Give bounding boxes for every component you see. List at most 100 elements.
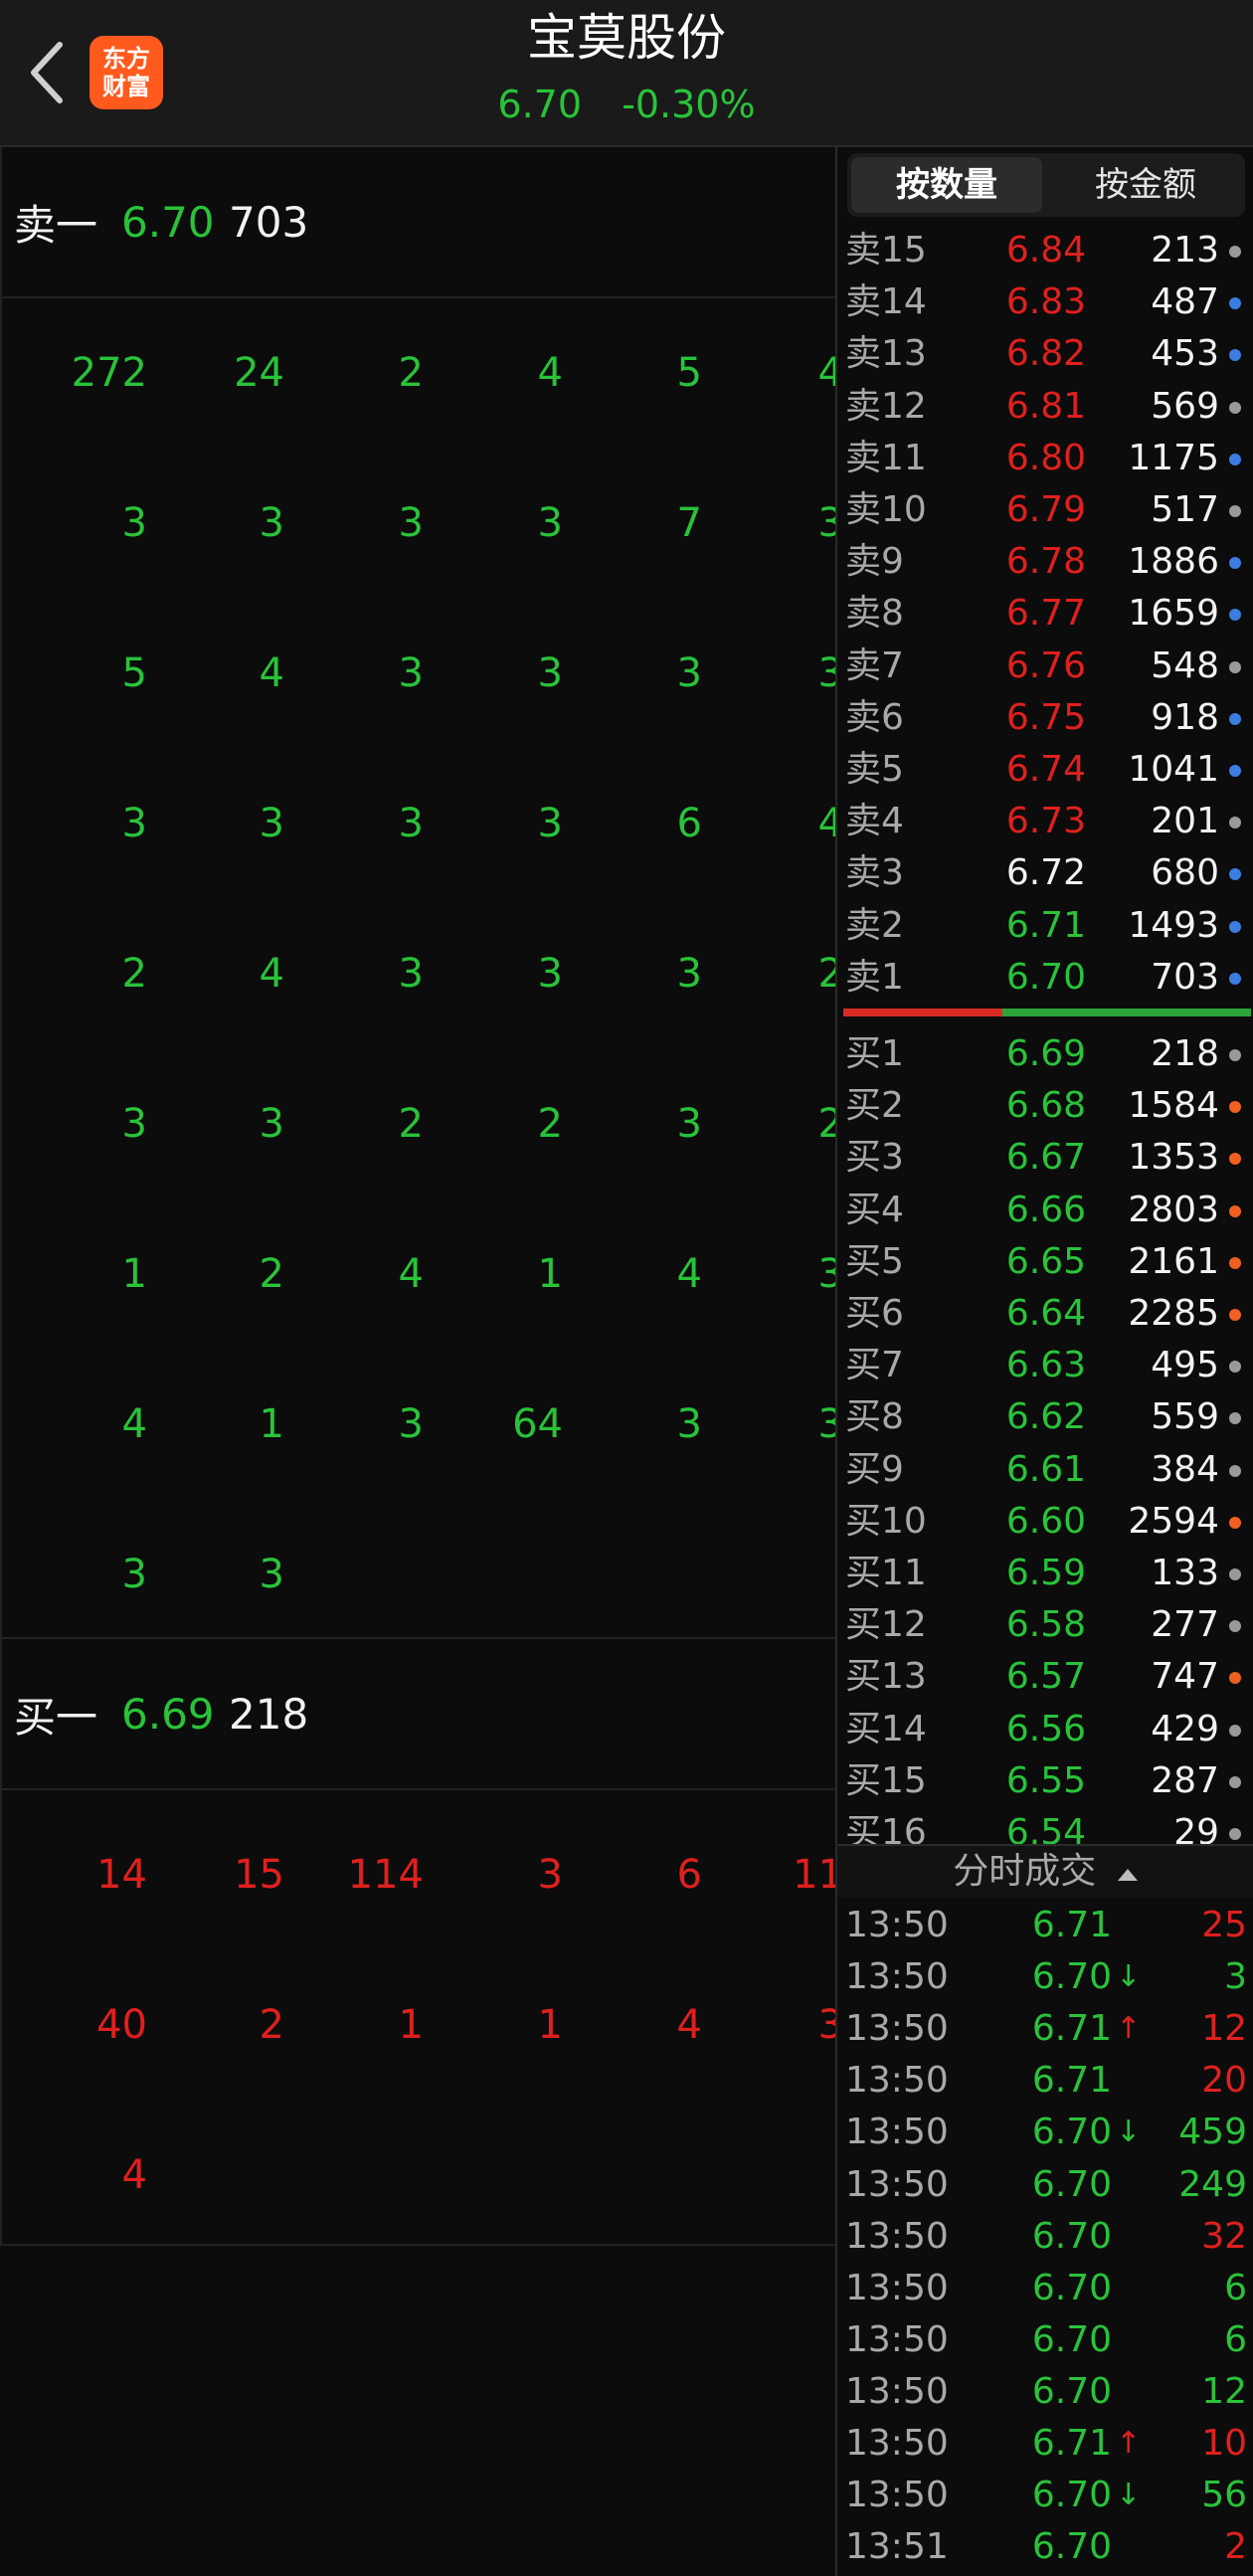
order-size: 4 (259, 951, 284, 997)
tick-row[interactable]: 13:50 6.71 25 (837, 1900, 1253, 1951)
tick-time: 13:50 (845, 1956, 949, 1998)
ask-row[interactable]: 卖14 6.83 487 (837, 276, 1253, 328)
current-price: 6.70 (497, 83, 583, 126)
order-size: 1 (537, 2002, 563, 2048)
bid-row[interactable]: 买8 6.62 559 (837, 1391, 1253, 1443)
bid-row[interactable]: 买9 6.61 384 (837, 1444, 1253, 1496)
bid-volume: 287 (1151, 1759, 1219, 1801)
ask-row[interactable]: 卖8 6.77 1659 (837, 588, 1253, 640)
tab-by-amount[interactable]: 按金额 (1046, 153, 1245, 217)
order-size: 40 (96, 2002, 147, 2048)
bid-row[interactable]: 买7 6.63 495 (837, 1340, 1253, 1391)
tick-volume: 56 (1201, 2475, 1247, 2516)
tick-row[interactable]: 13:51 6.70 2 (837, 2521, 1253, 2573)
tick-price: 6.70 (1031, 1956, 1112, 1998)
order-size: 3 (121, 500, 147, 546)
bid-row[interactable]: 买11 6.59 133 (837, 1548, 1253, 1599)
ask-volume: 1175 (1128, 437, 1219, 478)
tick-time: 13:50 (845, 2112, 949, 2153)
tick-row[interactable]: 13:50 6.70 32 (837, 2211, 1253, 2263)
tick-row[interactable]: 13:50 6.70 ↓ 3 (837, 1951, 1253, 2003)
bid-row[interactable]: 买3 6.67 1353 (837, 1132, 1253, 1184)
tick-row[interactable]: 13:50 6.71 ↑ 12 (837, 2003, 1253, 2055)
tick-row[interactable]: 13:50 6.70 ↓ 459 (837, 2107, 1253, 2158)
ask-label: 卖11 (845, 437, 927, 478)
bid-label: 买8 (845, 1396, 904, 1438)
order-size: 3 (259, 801, 284, 846)
order-size: 3 (259, 1552, 284, 1597)
tick-row[interactable]: 13:50 6.70 12 (837, 2366, 1253, 2418)
bid-price: 6.58 (1005, 1604, 1086, 1646)
bid-row[interactable]: 买1 6.69 218 (837, 1028, 1253, 1080)
ask-row[interactable]: 卖5 6.74 1041 (837, 744, 1253, 796)
ask-label: 卖6 (845, 696, 904, 738)
bid-label: 买7 (845, 1345, 904, 1386)
ask-row[interactable]: 卖1 6.70 703 (837, 952, 1253, 1004)
status-dot-icon (1229, 1775, 1241, 1788)
ask-volume: 1886 (1128, 541, 1219, 583)
tick-time: 13:50 (845, 2215, 949, 2257)
bid-row[interactable]: 买2 6.68 1584 (837, 1080, 1253, 1132)
bid-volume: 133 (1151, 1553, 1219, 1593)
bid-row[interactable]: 买13 6.57 747 (837, 1651, 1253, 1703)
bid-row[interactable]: 买4 6.66 2803 (837, 1185, 1253, 1236)
ask-label: 卖3 (845, 852, 904, 894)
order-size: 24 (234, 350, 284, 396)
bid-row[interactable]: 买10 6.60 2594 (837, 1496, 1253, 1548)
ask-row[interactable]: 卖11 6.80 1175 (837, 433, 1253, 484)
ask-row[interactable]: 卖7 6.76 548 (837, 641, 1253, 692)
ask-volume: 1041 (1128, 749, 1219, 790)
bid-row[interactable]: 买14 6.56 429 (837, 1704, 1253, 1755)
ask-row[interactable]: 卖4 6.73 201 (837, 796, 1253, 847)
tick-price: 6.71 (1031, 2060, 1112, 2102)
ask-label: 卖1 (845, 956, 904, 998)
tick-row[interactable]: 13:50 6.70 249 (837, 2159, 1253, 2211)
tick-direction-icon: ↓ (1116, 2115, 1142, 2150)
tick-volume: 10 (1201, 2423, 1247, 2464)
order-size: 4 (676, 1251, 702, 1297)
ask-row[interactable]: 卖13 6.82 453 (837, 328, 1253, 380)
ask-price: 6.72 (1005, 852, 1086, 894)
ask-row[interactable]: 卖9 6.78 1886 (837, 536, 1253, 588)
tab-by-volume[interactable]: 按数量 (851, 157, 1042, 213)
tick-row[interactable]: 13:50 6.71 20 (837, 2055, 1253, 2107)
tick-row[interactable]: 13:50 6.70 ↓ 56 (837, 2470, 1253, 2521)
bid-row[interactable]: 买6 6.64 2285 (837, 1288, 1253, 1340)
bid-price: 6.63 (1005, 1345, 1086, 1386)
bid-row[interactable]: 买5 6.65 2161 (837, 1236, 1253, 1288)
ask-volume: 1659 (1128, 593, 1219, 635)
status-dot-icon (1229, 920, 1241, 933)
ask-volume: 487 (1151, 281, 1219, 323)
order-size: 5 (676, 350, 702, 396)
tick-row[interactable]: 13:50 6.71 ↑ 10 (837, 2418, 1253, 2470)
bid-label: 买6 (845, 1293, 904, 1334)
tick-price: 6.70 (1031, 2267, 1112, 2308)
tick-direction-icon: ↑ (1116, 2426, 1142, 2461)
order-size: 7 (676, 500, 702, 546)
ask-row[interactable]: 卖3 6.72 680 (837, 847, 1253, 899)
ask-row[interactable]: 卖6 6.75 918 (837, 692, 1253, 744)
tick-row[interactable]: 13:50 6.70 6 (837, 2314, 1253, 2366)
ask-row[interactable]: 卖12 6.81 569 (837, 381, 1253, 433)
order-size: 3 (676, 650, 702, 696)
status-dot-icon (1229, 1724, 1241, 1737)
display-mode-toggle: 按数量 按金额 (847, 153, 1245, 217)
bid-row[interactable]: 买12 6.58 277 (837, 1599, 1253, 1651)
tick-list-header[interactable]: 分时成交 (837, 1844, 1253, 1898)
bid-row[interactable]: 买15 6.55 287 (837, 1755, 1253, 1807)
bid-price: 6.68 (1005, 1085, 1086, 1127)
ask-price: 6.78 (1005, 541, 1086, 583)
bid-volume: 2161 (1128, 1240, 1219, 1282)
ask-row[interactable]: 卖2 6.71 1493 (837, 900, 1253, 952)
ask-volume: 201 (1151, 801, 1219, 842)
tick-volume: 459 (1178, 2112, 1247, 2153)
tick-price: 6.70 (1031, 2318, 1112, 2360)
ask-row[interactable]: 卖15 6.84 213 (837, 225, 1253, 276)
tick-row[interactable]: 13:50 6.70 6 (837, 2263, 1253, 2314)
ask-price: 6.79 (1005, 489, 1086, 530)
ask-label: 卖8 (845, 593, 904, 635)
bid-label: 买9 (845, 1448, 904, 1490)
ask-row[interactable]: 卖10 6.79 517 (837, 484, 1253, 536)
ask-volume: 548 (1151, 644, 1219, 686)
bid-price: 6.57 (1005, 1656, 1086, 1698)
